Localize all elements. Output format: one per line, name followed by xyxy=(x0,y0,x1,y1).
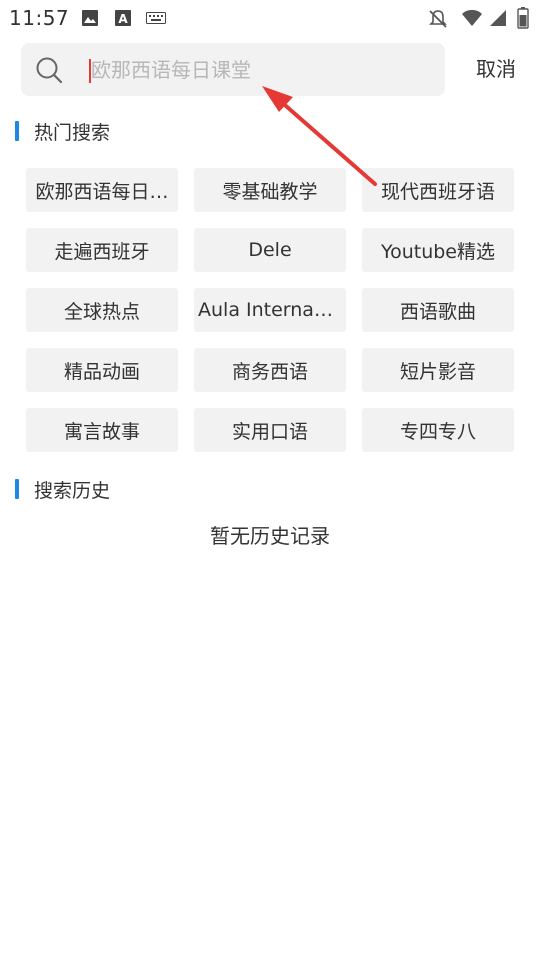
text-a-icon: A xyxy=(115,10,131,26)
keyboard-icon xyxy=(146,12,166,24)
cellular-signal-icon xyxy=(490,10,506,26)
chip-label: 全球热点 xyxy=(63,300,140,323)
hot-search-chip[interactable]: 走遍西班牙 xyxy=(26,228,178,272)
search-box[interactable] xyxy=(21,43,445,96)
text-cursor xyxy=(89,59,91,83)
chip-label: 走遍西班牙 xyxy=(54,240,150,263)
wifi-icon xyxy=(462,10,482,26)
chip-label: 商务西语 xyxy=(231,360,308,383)
search-bar: 取消 xyxy=(0,40,540,98)
hot-search-chip[interactable]: 零基础教学 xyxy=(194,168,346,212)
search-input[interactable] xyxy=(87,43,437,96)
section-accent-bar xyxy=(15,479,19,499)
hot-search-chip[interactable]: 专四专八 xyxy=(362,408,514,452)
hot-search-header: 热门搜索 xyxy=(15,119,111,144)
cancel-button[interactable]: 取消 xyxy=(462,54,530,84)
hot-search-chip[interactable]: 欧那西语每日… xyxy=(26,168,178,212)
chip-label: 专四专八 xyxy=(399,420,476,443)
hot-search-chip[interactable]: 西语歌曲 xyxy=(362,288,514,332)
chip-label: Aula Internacio… xyxy=(198,299,342,321)
search-icon xyxy=(36,57,63,84)
battery-icon xyxy=(517,7,529,29)
hot-search-chip[interactable]: 寓言故事 xyxy=(26,408,178,452)
hot-search-title: 热门搜索 xyxy=(34,121,111,144)
status-time: 11:57 xyxy=(9,6,70,30)
chip-label: 欧那西语每日… xyxy=(35,180,169,203)
empty-history-text: 暂无历史记录 xyxy=(210,524,330,548)
chip-label: 精品动画 xyxy=(63,360,140,383)
chip-label: 西语歌曲 xyxy=(399,300,476,323)
hot-search-chip[interactable]: 全球热点 xyxy=(26,288,178,332)
chip-label: Dele xyxy=(248,239,292,261)
hot-search-chip[interactable]: 实用口语 xyxy=(194,408,346,452)
section-accent-bar xyxy=(15,121,19,141)
notifications-off-icon xyxy=(429,10,447,28)
hot-search-chip[interactable]: 商务西语 xyxy=(194,348,346,392)
hot-search-chip[interactable]: Youtube精选 xyxy=(362,228,514,272)
hot-search-chip[interactable]: Aula Internacio… xyxy=(194,288,346,332)
chip-label: Youtube精选 xyxy=(381,240,495,263)
chip-label: 现代西班牙语 xyxy=(380,180,495,203)
hot-search-chip[interactable]: 现代西班牙语 xyxy=(362,168,514,212)
hot-search-chip[interactable]: 短片影音 xyxy=(362,348,514,392)
chip-label: 实用口语 xyxy=(231,420,308,443)
status-bar: 11:57 A xyxy=(0,0,540,36)
chip-label: 零基础教学 xyxy=(222,180,318,203)
search-history-header: 搜索历史 xyxy=(15,477,111,502)
chip-label: 寓言故事 xyxy=(63,420,140,443)
chip-label: 短片影音 xyxy=(399,360,476,383)
hot-search-chip[interactable]: Dele xyxy=(194,228,346,272)
search-history-title: 搜索历史 xyxy=(34,479,111,502)
hot-search-chip[interactable]: 精品动画 xyxy=(26,348,178,392)
svg-text:A: A xyxy=(118,12,128,26)
image-icon xyxy=(82,10,98,26)
